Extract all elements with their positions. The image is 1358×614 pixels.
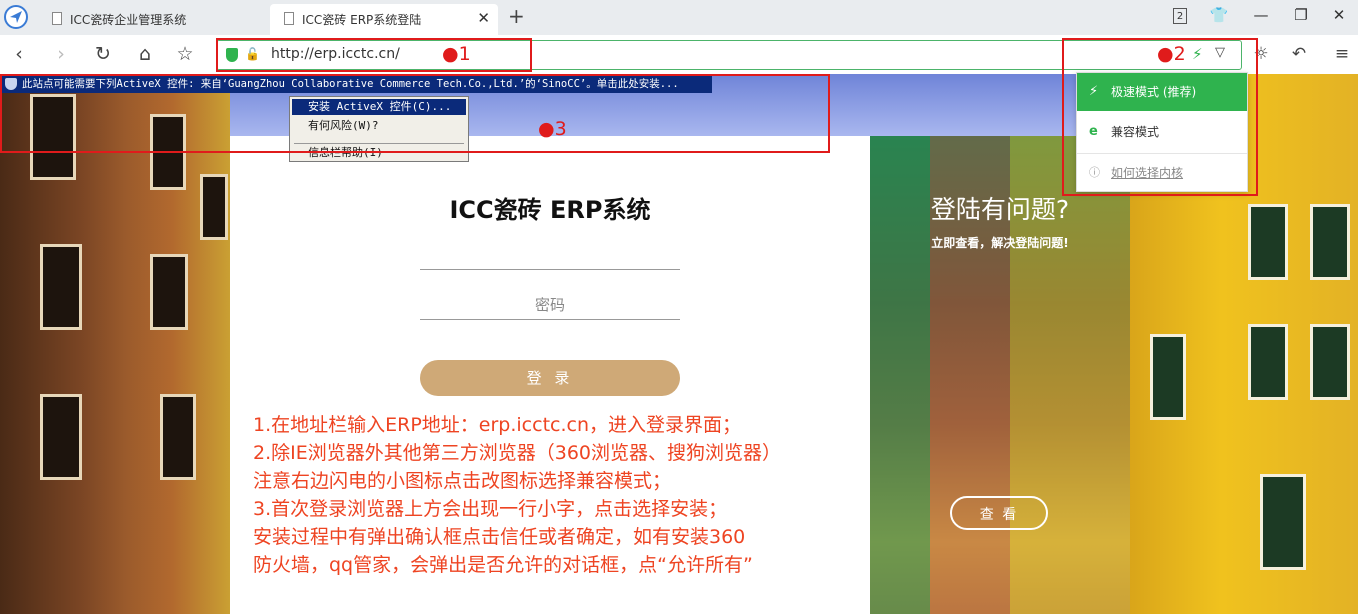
close-window-icon[interactable]: ✕ bbox=[1328, 6, 1350, 24]
help-subtitle: 立即查看，解决登陆问题! bbox=[931, 236, 1069, 250]
instruction-line-4: 3.首次登录浏览器上方会出现一行小字，点击选择安装； bbox=[253, 498, 728, 520]
reload-icon[interactable]: ↻ bbox=[90, 43, 116, 65]
instruction-line-5: 安装过程中有弹出确认框点击信任或者确定，如有安装360 bbox=[253, 526, 746, 548]
new-tab-button[interactable]: + bbox=[508, 4, 525, 28]
background-buildings-left bbox=[0, 74, 230, 614]
login-help-panel: 登陆有问题? 立即查看，解决登陆问题! 查 看 bbox=[870, 136, 1130, 614]
annotation-box-3 bbox=[0, 74, 830, 153]
tab-title: ICC瓷砖企业管理系统 bbox=[70, 13, 187, 27]
page-icon bbox=[52, 12, 62, 25]
home-icon[interactable]: ⌂ bbox=[132, 43, 158, 65]
view-help-button[interactable]: 查 看 bbox=[950, 496, 1048, 530]
tab-title: ICC瓷砖 ERP系统登陆 bbox=[302, 13, 422, 27]
bookmark-star-icon[interactable]: ☆ bbox=[172, 43, 198, 65]
tab-count-badge[interactable]: 2 bbox=[1173, 8, 1187, 24]
undo-close-icon[interactable]: ↶ bbox=[1286, 43, 1312, 65]
password-field[interactable] bbox=[420, 319, 680, 320]
tab-icc-management[interactable]: ICC瓷砖企业管理系统 bbox=[38, 4, 268, 35]
username-field[interactable] bbox=[420, 269, 680, 270]
close-tab-icon[interactable]: ✕ bbox=[477, 9, 490, 27]
login-button[interactable]: 登 录 bbox=[420, 360, 680, 396]
minimize-icon[interactable]: — bbox=[1250, 6, 1272, 24]
tab-strip: ICC瓷砖企业管理系统 ICC瓷砖 ERP系统登陆 ✕ + 2 👕 — ❐ ✕ bbox=[0, 0, 1358, 35]
restore-icon[interactable]: ❐ bbox=[1290, 6, 1312, 24]
instruction-line-1: 1.在地址栏输入ERP地址：erp.icctc.cn，进入登录界面； bbox=[253, 414, 741, 436]
annotation-marker-3: ●3 bbox=[538, 118, 567, 140]
menu-icon[interactable]: ≡ bbox=[1329, 43, 1355, 65]
annotation-box-1 bbox=[216, 38, 532, 72]
tab-erp-login[interactable]: ICC瓷砖 ERP系统登陆 ✕ bbox=[270, 4, 498, 35]
back-icon[interactable]: ‹ bbox=[6, 43, 32, 65]
instruction-line-3: 注意右边闪电的小图标点击改图标选择兼容模式； bbox=[253, 470, 672, 492]
password-placeholder[interactable]: 密码 bbox=[420, 294, 680, 315]
page-icon bbox=[284, 12, 294, 25]
forward-icon[interactable]: › bbox=[48, 43, 74, 65]
browser-logo-icon[interactable] bbox=[4, 5, 28, 29]
instruction-line-2: 2.除IE浏览器外其他第三方浏览器（360浏览器、搜狗浏览器） bbox=[253, 442, 782, 464]
instruction-line-6: 防火墙，qq管家，会弹出是否允许的对话框，点“允许所有” bbox=[253, 554, 753, 576]
system-title: ICC瓷砖 ERP系统 bbox=[449, 196, 651, 224]
annotation-marker-2: ●2 bbox=[1157, 43, 1186, 65]
skin-shirt-icon[interactable]: 👕 bbox=[1208, 6, 1230, 24]
annotation-marker-1: ●1 bbox=[442, 43, 471, 65]
